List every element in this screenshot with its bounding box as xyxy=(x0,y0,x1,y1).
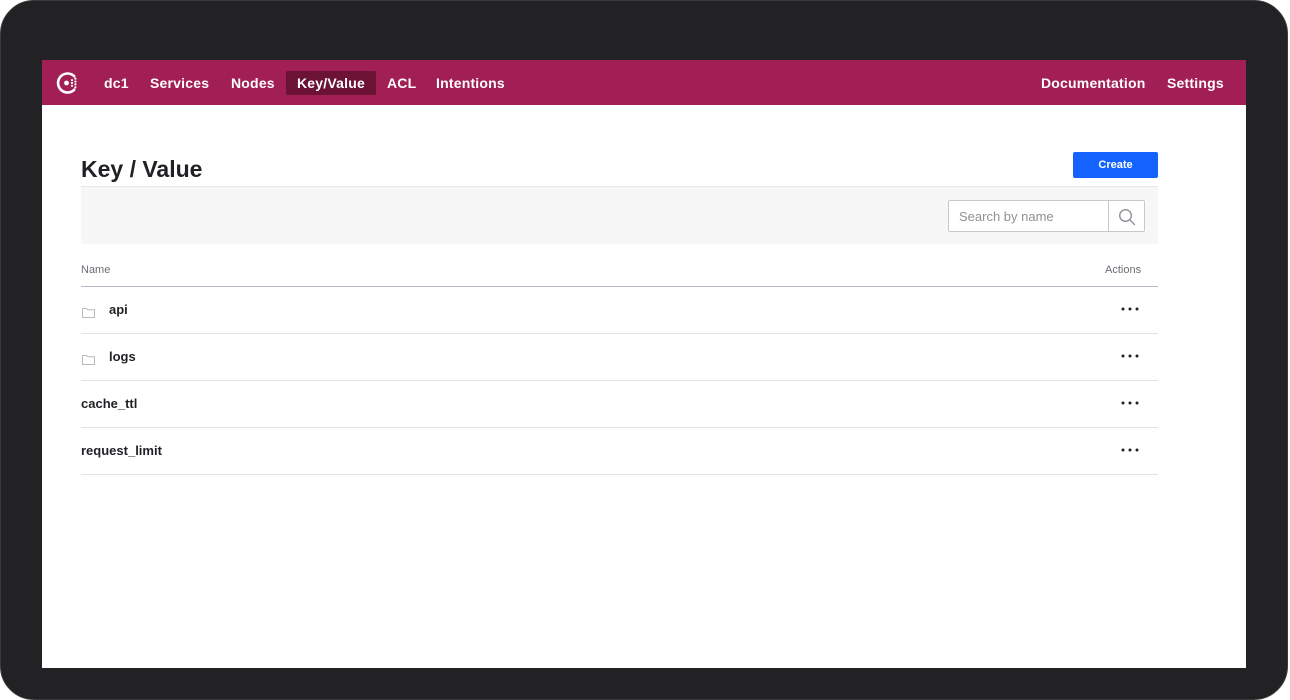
nav-nodes[interactable]: Nodes xyxy=(231,71,275,95)
nav-acl[interactable]: ACL xyxy=(387,71,416,95)
more-dots-icon xyxy=(1121,354,1139,358)
browser-screen: dc1 Services Nodes Key/Value ACL Intenti… xyxy=(42,60,1246,668)
row-actions-button[interactable] xyxy=(1115,297,1145,321)
row-name[interactable]: request_limit xyxy=(81,443,162,458)
table-row[interactable]: logs xyxy=(81,334,1158,381)
row-actions-button[interactable] xyxy=(1115,391,1145,415)
nav-intentions[interactable]: Intentions xyxy=(436,71,505,95)
table-row[interactable]: api xyxy=(81,287,1158,334)
search-input[interactable] xyxy=(948,200,1109,232)
nav-services[interactable]: Services xyxy=(150,71,209,95)
row-name[interactable]: api xyxy=(109,302,128,317)
more-dots-icon xyxy=(1121,307,1139,311)
nav-documentation[interactable]: Documentation xyxy=(1041,71,1146,95)
row-name[interactable]: logs xyxy=(109,349,136,364)
search-icon xyxy=(1118,208,1136,226)
consul-logo-icon[interactable] xyxy=(55,70,81,96)
create-button[interactable]: Create xyxy=(1073,152,1158,178)
table-row[interactable]: request_limit xyxy=(81,428,1158,475)
page-title: Key / Value xyxy=(81,156,203,182)
table-row[interactable]: cache_ttl xyxy=(81,381,1158,428)
filter-bar xyxy=(81,186,1158,244)
nav-settings[interactable]: Settings xyxy=(1167,71,1224,95)
nav-key-value[interactable]: Key/Value xyxy=(286,71,376,95)
column-header-name[interactable]: Name xyxy=(81,264,110,276)
top-navigation-bar: dc1 Services Nodes Key/Value ACL Intenti… xyxy=(42,60,1246,105)
search-button[interactable] xyxy=(1108,200,1145,232)
nav-datacenter-dc1[interactable]: dc1 xyxy=(104,71,129,95)
row-actions-button[interactable] xyxy=(1115,344,1145,368)
column-header-actions: Actions xyxy=(1105,264,1142,276)
more-dots-icon xyxy=(1121,448,1139,452)
more-dots-icon xyxy=(1121,401,1139,405)
row-actions-button[interactable] xyxy=(1115,438,1145,462)
folder-icon xyxy=(82,352,95,365)
folder-icon xyxy=(82,305,95,318)
row-name[interactable]: cache_ttl xyxy=(81,396,137,411)
